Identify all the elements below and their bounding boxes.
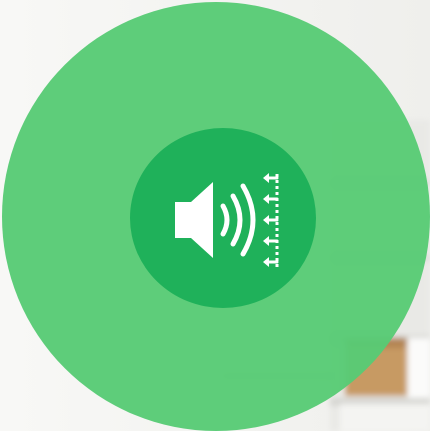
sound-waves-icon bbox=[220, 183, 256, 257]
speaker-icon bbox=[175, 182, 213, 258]
inward-arrows-icon bbox=[263, 173, 279, 267]
canvas bbox=[0, 0, 430, 431]
speaker-sound-absorption-icon bbox=[175, 173, 279, 268]
